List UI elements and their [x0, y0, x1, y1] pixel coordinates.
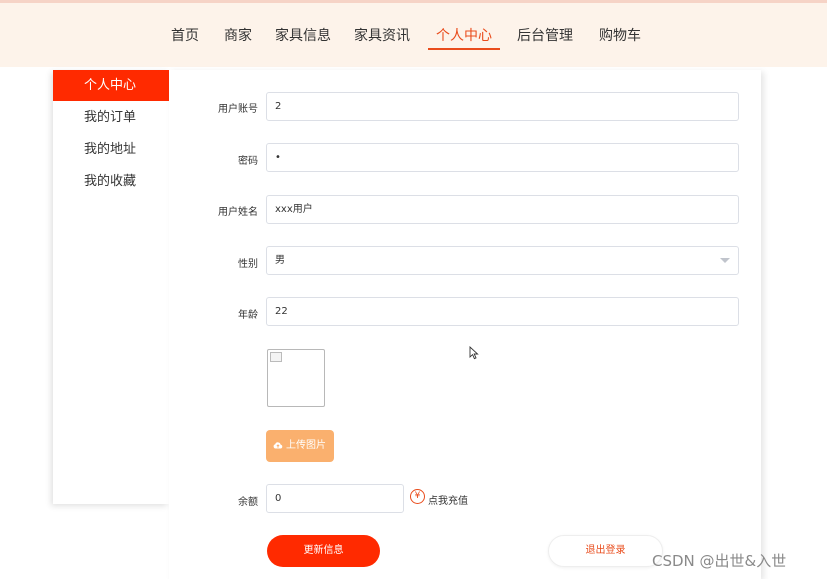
sidebar-item-personal-center[interactable]: 个人中心	[53, 70, 169, 101]
mouse-cursor-icon	[469, 346, 479, 360]
chevron-down-icon	[720, 258, 730, 263]
gender-select-value: 男	[275, 255, 285, 266]
sidebar-item-my-favorites[interactable]: 我的收藏	[53, 166, 169, 197]
age-field[interactable]: 22	[266, 297, 739, 326]
nav-item-cart[interactable]: 购物车	[599, 25, 641, 45]
upload-image-button[interactable]: 上传图片	[266, 430, 334, 462]
password-field[interactable]: •	[266, 143, 739, 172]
nav-item-admin[interactable]: 后台管理	[517, 25, 573, 45]
password-label: 密码	[238, 156, 258, 167]
account-label: 用户账号	[218, 104, 258, 115]
top-navigation-bar: 首页 商家 家具信息 家具资讯 个人中心 后台管理 购物车	[0, 0, 827, 67]
name-field[interactable]: xxx用户	[266, 195, 739, 224]
nav-item-furniture-info[interactable]: 家具信息	[275, 25, 331, 45]
sidebar-item-my-address[interactable]: 我的地址	[53, 134, 169, 165]
name-label: 用户姓名	[218, 207, 258, 218]
update-info-button[interactable]: 更新信息	[267, 535, 380, 567]
upload-image-label: 上传图片	[286, 440, 326, 451]
main-nav: 首页 商家 家具信息 家具资讯 个人中心 后台管理 购物车	[0, 25, 827, 51]
nav-item-furniture-news[interactable]: 家具资讯	[354, 25, 410, 45]
nav-item-personal-center[interactable]: 个人中心	[436, 25, 492, 45]
age-label: 年龄	[238, 310, 258, 321]
avatar-preview	[267, 349, 325, 407]
gender-label: 性别	[238, 259, 258, 270]
account-field[interactable]: 2	[266, 92, 739, 121]
yen-icon[interactable]: ¥	[410, 489, 425, 504]
sidebar: 个人中心 我的订单 我的地址 我的收藏	[53, 70, 169, 504]
watermark: CSDN @出世&入世	[652, 552, 787, 570]
balance-label: 余额	[238, 497, 258, 508]
cloud-upload-icon	[273, 442, 283, 449]
balance-field[interactable]: 0	[266, 484, 404, 513]
gender-select[interactable]: 男	[266, 246, 739, 275]
nav-item-home[interactable]: 首页	[171, 25, 199, 45]
logout-button[interactable]: 退出登录	[548, 535, 663, 567]
nav-item-merchant[interactable]: 商家	[224, 25, 252, 45]
sidebar-item-my-orders[interactable]: 我的订单	[53, 102, 169, 133]
recharge-link[interactable]: 点我充值	[428, 492, 468, 507]
broken-image-icon	[270, 352, 282, 362]
nav-active-underline	[428, 48, 500, 50]
